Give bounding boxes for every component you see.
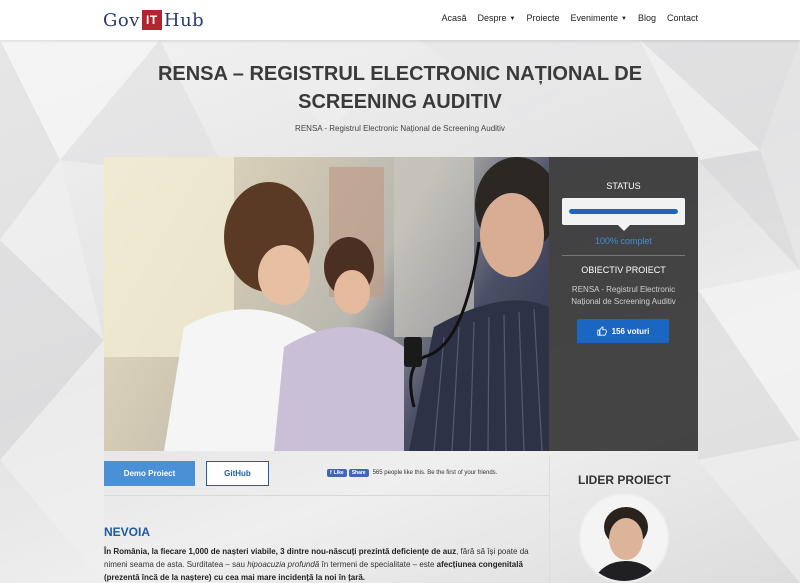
leader-avatar[interactable] [579,493,669,583]
facebook-like-button[interactable]: f Like [327,469,347,477]
section-title-nevoia: NEVOIA [104,525,151,539]
project-status-panel: STATUS 100% complet OBIECTIV PROIECT REN… [549,157,698,451]
vote-count: 156 voturi [611,326,650,336]
need-paragraph: În România, la fiecare 1,000 de nașteri … [104,545,548,583]
content-divider [104,495,549,496]
objective-label: OBIECTIV PROIECT [581,265,666,275]
facebook-like-label: Like [333,470,344,476]
need-text-bold: În România, la fiecare 1,000 de nașteri … [104,547,457,556]
chevron-down-icon: ▼ [621,16,627,22]
status-progress-box [562,198,685,231]
facebook-widget: f Like Share 565 people like this. Be the… [327,469,497,477]
demo-project-button[interactable]: Demo Proiect [104,461,195,486]
nav-evenimente-label: Evenimente [570,13,618,23]
nav-contact[interactable]: Contact [667,13,698,23]
github-button[interactable]: GitHub [206,461,269,486]
site-header: Gov IT Hub Acasă Despre ▼ Proiecte Evenim… [0,0,800,40]
progress-bar-fill [569,209,678,214]
objective-text: RENSA - Registrul Electronic Național de… [571,285,676,306]
nav-despre[interactable]: Despre ▼ [477,13,515,23]
thumbs-up-icon [597,326,607,336]
status-label: STATUS [606,181,641,191]
govithub-logo[interactable]: Gov IT Hub [103,8,204,32]
sidebar-divider [549,457,550,583]
page-title: RENSA – REGISTRUL ELECTRONIC NAȚIONAL DE… [100,60,700,116]
page-title-line2: SCREENING AUDITIV [298,91,502,113]
progress-bar-track [569,209,678,214]
nav-blog[interactable]: Blog [638,13,656,23]
chevron-down-icon: ▼ [509,16,516,22]
facebook-share-button[interactable]: Share [348,469,369,477]
project-hero: STATUS 100% complet OBIECTIV PROIECT REN… [104,157,698,451]
main-nav: Acasă Despre ▼ Proiecte Evenimente ▼ Blog … [441,13,698,23]
need-text-italic: hipoacuzia profundă [247,560,320,569]
logo-text-right: Hub [163,9,205,31]
facebook-icon: f [330,470,332,476]
nav-evenimente[interactable]: Evenimente ▼ [570,13,626,23]
nav-despre-label: Despre [477,13,507,23]
logo-mark: IT [141,10,162,30]
project-photo [104,157,549,451]
logo-text-left: Gov [103,9,140,31]
panel-divider [562,255,685,256]
page-subtitle: RENSA - Registrul Electronic Național de… [295,124,505,133]
vote-button[interactable]: 156 voturi [577,319,669,343]
need-text-cont: în termeni de specialitate – este [319,560,437,569]
progress-text: 100% complet [594,236,653,246]
facebook-like-count: 565 people like this. Be the first of yo… [372,470,498,476]
nav-proiecte[interactable]: Proiecte [526,13,559,23]
page-title-line1: RENSA – REGISTRUL ELECTRONIC NAȚIONAL DE [157,63,643,85]
leader-title: LIDER PROIECT [578,473,671,487]
nav-acasa[interactable]: Acasă [441,13,466,23]
